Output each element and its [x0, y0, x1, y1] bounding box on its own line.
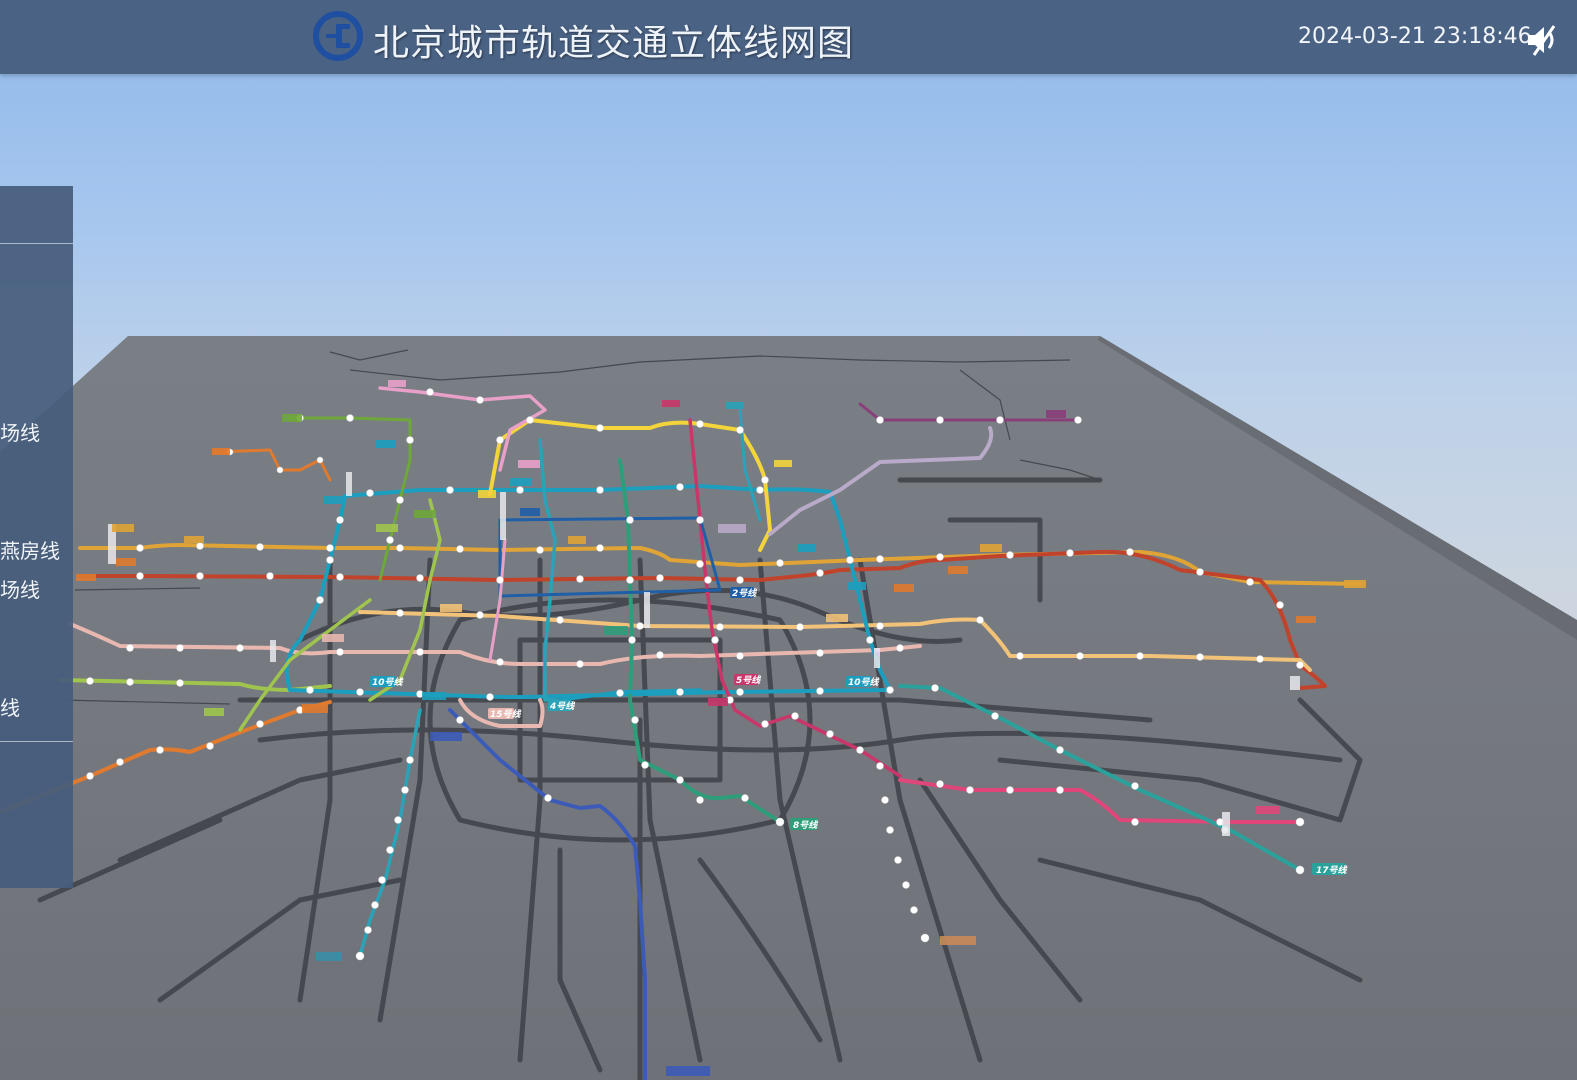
legend-item-airport-line[interactable]: 场线	[0, 417, 40, 446]
line-tag-15: 15号线	[490, 709, 522, 720]
legend-item-line[interactable]: 线	[0, 692, 20, 721]
line-tag-5: 5号线	[736, 675, 761, 686]
line-tag-10-east: 10号线	[848, 677, 880, 688]
line-tag-10-west: 10号线	[372, 677, 404, 688]
legend-item-airport-line-2[interactable]: 场线	[0, 574, 40, 603]
line-tag-4: 4号线	[549, 701, 575, 712]
metro-network-map[interactable]: 17号线 8号线 10号线 10号线 4号线 5号线 2号线 15号线	[0, 0, 1577, 1080]
panel-divider-top	[0, 243, 73, 244]
line-tag-8: 8号线	[793, 820, 818, 831]
line-tag-2: 2号线	[732, 588, 757, 599]
panel-divider-bottom	[0, 741, 73, 742]
line-legend-panel: 场线 燕房线 场线 线	[0, 186, 73, 888]
line-tag-17: 17号线	[1316, 865, 1348, 876]
legend-item-yanfang-line[interactable]: 燕房线	[0, 535, 60, 564]
